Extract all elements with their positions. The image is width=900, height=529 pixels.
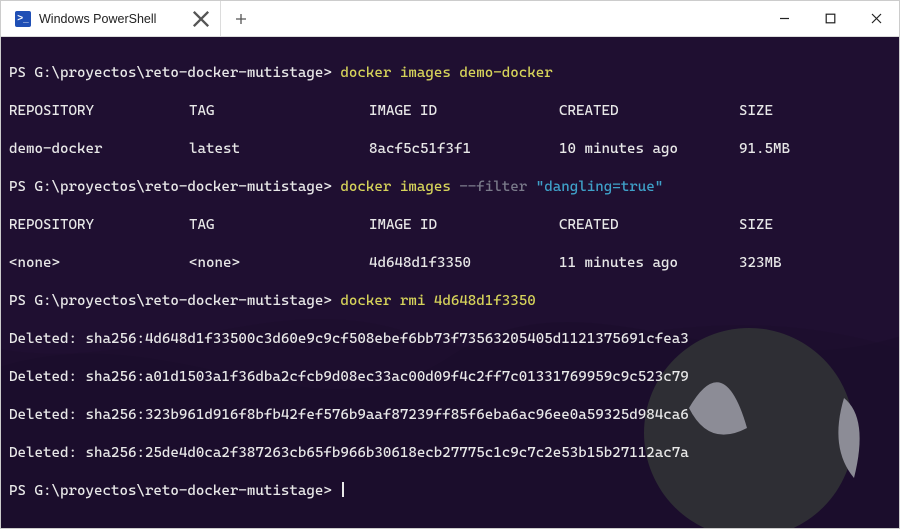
prompt: PS G:\proyectos\reto-docker-mutistage> (9, 483, 332, 499)
cmd-args: images demo-docker (391, 65, 552, 81)
cell-repo: <none> (9, 254, 189, 273)
titlebar-spacer (261, 1, 761, 36)
cell-id: 8acf5c51f3f1 (369, 140, 559, 159)
col-tag: TAG (189, 102, 369, 121)
cmd-args: images (391, 179, 459, 195)
powershell-icon: >_ (15, 11, 31, 27)
minimize-icon (779, 13, 790, 24)
cell-id: 4d648d1f3350 (369, 254, 559, 273)
cell-tag: latest (189, 140, 369, 159)
cell-created: 10 minutes ago (559, 140, 739, 159)
close-window-button[interactable] (853, 1, 899, 36)
col-image-id: IMAGE ID (369, 102, 559, 121)
cmd-flag: --filter (459, 179, 527, 195)
minimize-button[interactable] (761, 1, 807, 36)
cmd-docker: docker (340, 65, 391, 81)
cmd-args: rmi 4d648d1f3350 (391, 293, 535, 309)
col-size: SIZE (739, 102, 773, 121)
close-icon (871, 13, 882, 24)
terminal-pane[interactable]: PS G:\proyectos\reto-docker-mutistage> d… (1, 37, 899, 528)
cmd-docker: docker (340, 179, 391, 195)
cursor (342, 482, 343, 497)
col-tag: TAG (189, 216, 369, 235)
cmd-space (527, 179, 536, 195)
cell-size: 91.5MB (739, 140, 790, 159)
cell-size: 323MB (739, 254, 781, 273)
col-repository: REPOSITORY (9, 102, 189, 121)
deleted-line: Deleted: sha256:a01d1503a1f36dba2cfcb9d0… (9, 368, 891, 387)
window-controls (761, 1, 899, 36)
cell-repo: demo-docker (9, 140, 189, 159)
prompt: PS G:\proyectos\reto-docker-mutistage> (9, 293, 332, 309)
col-image-id: IMAGE ID (369, 216, 559, 235)
close-icon (192, 10, 210, 28)
close-tab-button[interactable] (192, 10, 210, 28)
table-row: <none><none>4d648d1f335011 minutes ago32… (9, 254, 891, 273)
deleted-line: Deleted: sha256:25de4d0ca2f387263cb65fb9… (9, 444, 891, 463)
deleted-line: Deleted: sha256:323b961d916f8bfb42fef576… (9, 406, 891, 425)
col-size: SIZE (739, 216, 773, 235)
tab-title: Windows PowerShell (39, 12, 184, 26)
maximize-button[interactable] (807, 1, 853, 36)
prompt: PS G:\proyectos\reto-docker-mutistage> (9, 179, 332, 195)
col-created: CREATED (559, 216, 739, 235)
cell-tag: <none> (189, 254, 369, 273)
cell-created: 11 minutes ago (559, 254, 739, 273)
col-created: CREATED (559, 102, 739, 121)
maximize-icon (825, 13, 836, 24)
cmd-string: "dangling=true" (536, 179, 663, 195)
terminal-content: PS G:\proyectos\reto-docker-mutistage> d… (9, 45, 891, 528)
prompt: PS G:\proyectos\reto-docker-mutistage> (9, 65, 332, 81)
deleted-line: Deleted: sha256:4d648d1f33500c3d60e9c9cf… (9, 330, 891, 349)
new-tab-button[interactable] (221, 1, 261, 36)
table-row: demo-dockerlatest8acf5c51f3f110 minutes … (9, 140, 891, 159)
cmd-docker: docker (340, 293, 391, 309)
plus-icon (235, 13, 247, 25)
col-repository: REPOSITORY (9, 216, 189, 235)
tab-powershell[interactable]: >_ Windows PowerShell (1, 1, 221, 36)
titlebar: >_ Windows PowerShell (1, 1, 899, 37)
app-window: >_ Windows PowerShell (0, 0, 900, 529)
